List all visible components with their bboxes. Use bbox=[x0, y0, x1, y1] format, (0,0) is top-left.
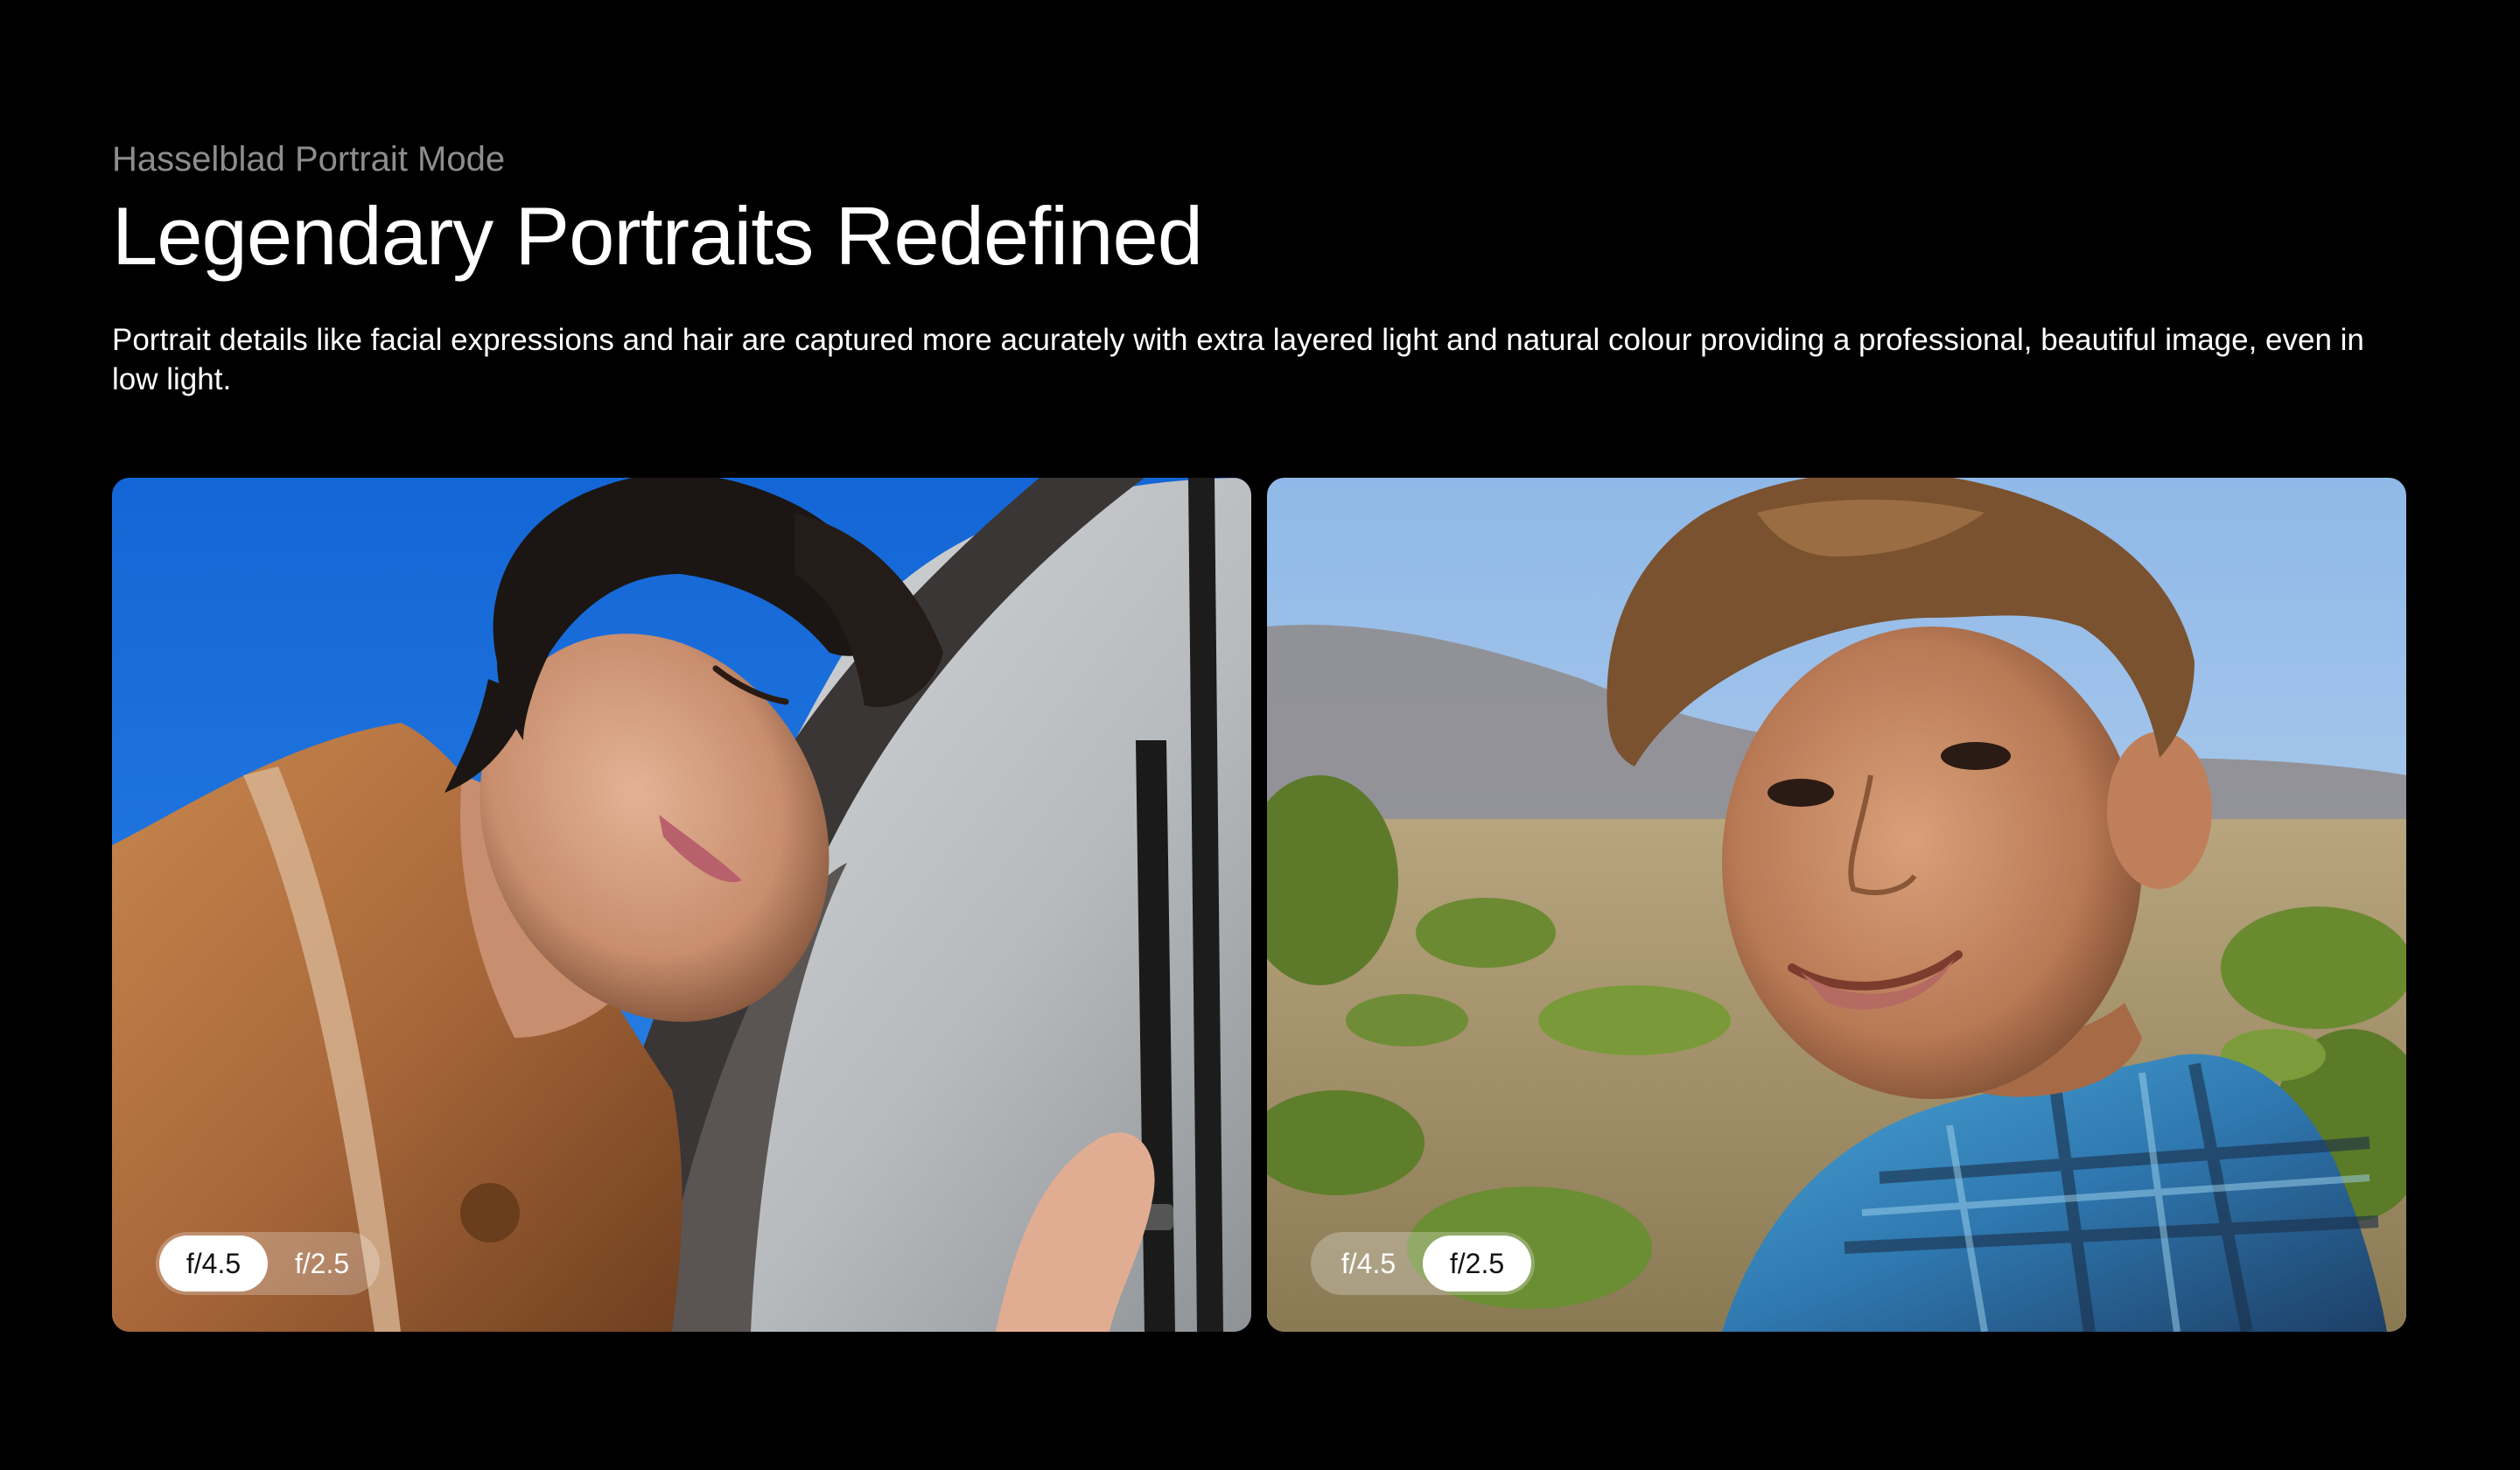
portrait-photo-horse bbox=[112, 478, 1251, 1332]
portrait-photo-boy bbox=[1267, 478, 2406, 1332]
section-description: Portrait details like facial expressions… bbox=[112, 323, 2364, 396]
aperture-option-f2-5[interactable]: f/2.5 bbox=[268, 1236, 376, 1292]
eyebrow-label: Hasselblad Portrait Mode bbox=[112, 140, 506, 178]
aperture-toggle-horse: f/4.5 f/2.5 bbox=[156, 1232, 380, 1295]
aperture-option-f4-5[interactable]: f/4.5 bbox=[1314, 1236, 1423, 1292]
aperture-toggle-boy: f/4.5 f/2.5 bbox=[1311, 1232, 1535, 1295]
aperture-option-f4-5[interactable]: f/4.5 bbox=[159, 1236, 268, 1292]
portrait-gallery: f/4.5 f/2.5 f/4.5 f/2.5 bbox=[112, 478, 2408, 1332]
section-header: Hasselblad Portrait Mode Legendary Portr… bbox=[112, 136, 2408, 399]
aperture-option-f2-5[interactable]: f/2.5 bbox=[1423, 1236, 1531, 1292]
portrait-card-horse: f/4.5 f/2.5 bbox=[112, 478, 1251, 1332]
portrait-card-boy: f/4.5 f/2.5 bbox=[1267, 478, 2406, 1332]
section-title: Legendary Portraits Redefined bbox=[112, 190, 1203, 282]
